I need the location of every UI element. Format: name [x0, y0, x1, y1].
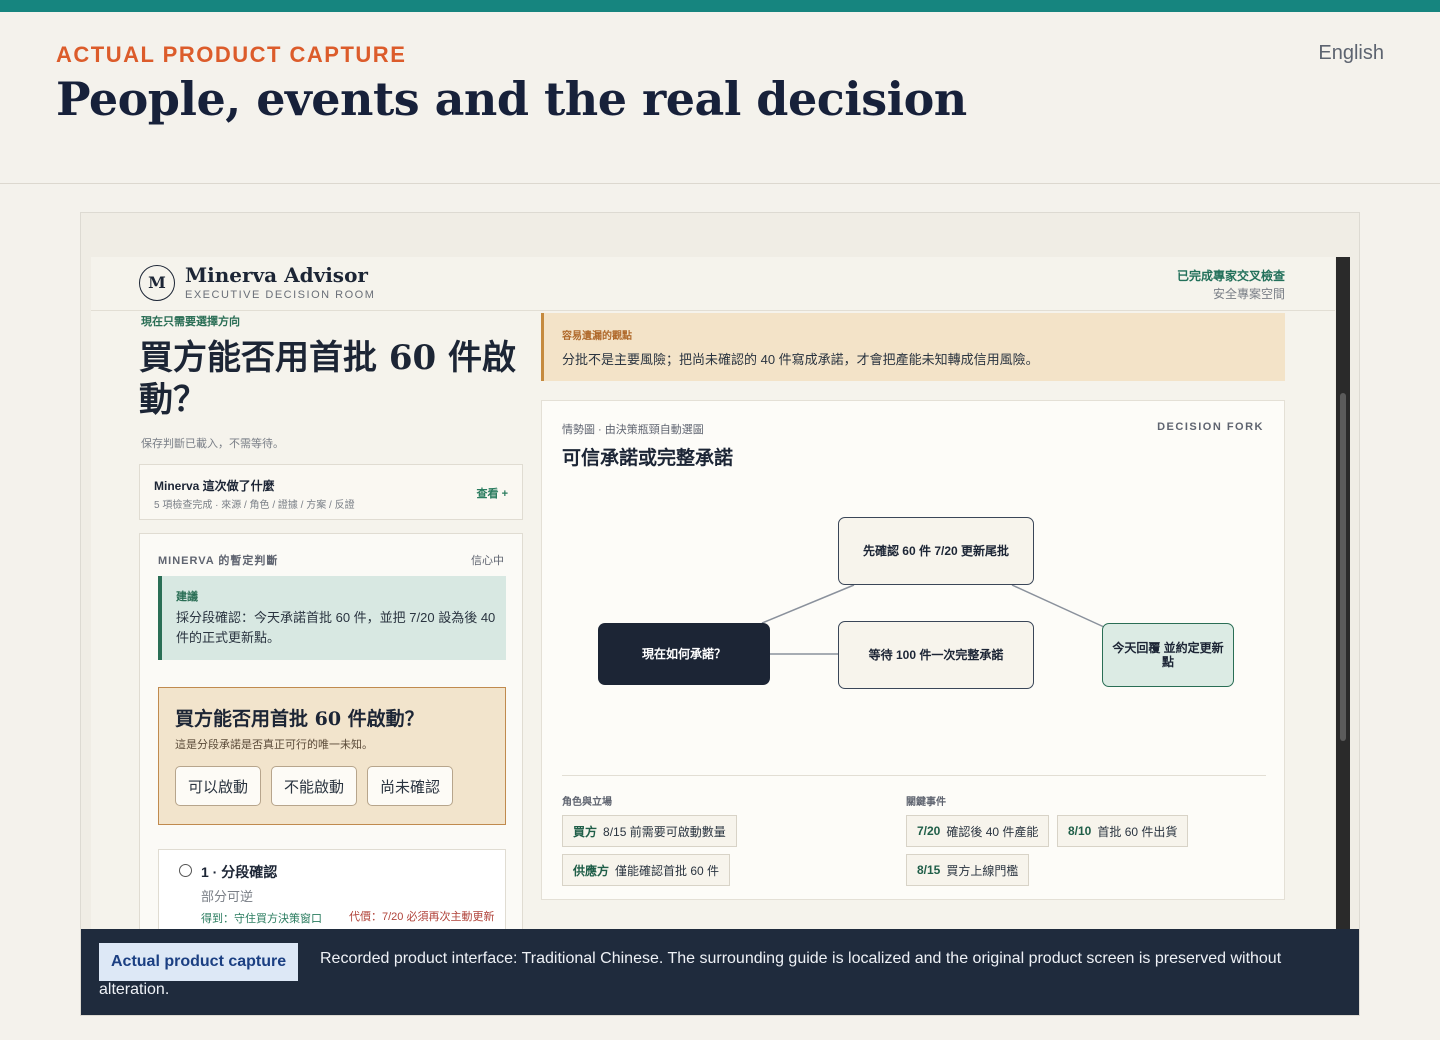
blind-spot-callout: 容易遺漏的觀點 分批不是主要風險；把尚未確認的 40 件寫成承諾，才會把產能未知… — [541, 313, 1285, 381]
product-capture-frame: M Minerva Advisor EXECUTIVE DECISION ROO… — [80, 212, 1360, 1016]
key-unknown-box: 買方能否用首批 60 件啟動？ 這是分段承諾是否真正可行的唯一未知。 可以啟動 … — [158, 687, 506, 825]
fork-node-staged[interactable]: 先確認 60 件 7/20 更新尾批 — [838, 517, 1034, 585]
workspace-label: 安全專案空間 — [1212, 287, 1285, 301]
option-cost: 代價：7/20 必須再次主動更新 — [349, 911, 495, 923]
roles-label: 角色與立場 — [562, 797, 612, 808]
language-switch-link[interactable]: English — [1318, 42, 1384, 65]
situation-map: 情勢圖 · 由決策瓶頸自動選圖 DECISION FORK 可信承諾或完整承諾 … — [541, 400, 1285, 900]
capture-badge: Actual product capture — [99, 943, 299, 981]
view-details-link[interactable]: 查看 + — [477, 485, 508, 501]
recommendation-label: 建議 — [176, 591, 198, 603]
recommendation-text: 採分段確認：今天承諾首批 60 件，並把 7/20 設為後 40 件的正式更新點… — [176, 610, 496, 645]
unknown-description: 這是分段承諾是否真正可行的唯一未知。 — [175, 739, 373, 751]
option-radio[interactable] — [179, 864, 192, 877]
fork-node-reply-today[interactable]: 今天回覆 並約定更新點 — [1102, 623, 1234, 687]
fork-connectors — [761, 584, 1105, 655]
fork-node-wait[interactable]: 等待 100 件一次完整承諾 — [838, 621, 1034, 689]
activity-subtitle: 5 項檢查完成 · 來源 / 角色 / 證據 / 方案 / 反證 — [154, 500, 355, 511]
answer-can-start-button[interactable]: 可以啟動 — [175, 766, 262, 806]
unknown-question: 買方能否用首批 60 件啟動？ — [175, 708, 424, 730]
page-title: People, events and the real decision — [56, 72, 967, 126]
capture-caption: Recorded product interface: Traditional … — [81, 929, 1359, 1015]
role-tag: 供應方 僅能確認首批 60 件 — [562, 854, 731, 886]
saved-note: 保存判斷已載入，不需等待。 — [141, 438, 284, 450]
role-tag: 買方 8/15 前需要可啟動數量 — [562, 815, 737, 847]
option-reversibility: 部分可逆 — [201, 889, 254, 904]
activity-summary[interactable]: Minerva 這次做了什麼 5 項檢查完成 · 來源 / 角色 / 證據 / … — [139, 464, 523, 520]
fork-node-root[interactable]: 現在如何承諾？ — [598, 623, 770, 685]
decision-question: 買方能否用首批 60 件啟動？ — [139, 338, 516, 420]
brand-name: Minerva Advisor — [185, 263, 368, 287]
app-header: M Minerva Advisor EXECUTIVE DECISION ROO… — [91, 257, 1335, 311]
judgement-label: MINERVA 的暫定判斷 — [158, 555, 279, 567]
decision-kicker: 現在只需要選擇方向 — [141, 316, 240, 328]
section-eyebrow: ACTUAL PRODUCT CAPTURE — [56, 42, 407, 67]
provisional-judgement-card: MINERVA 的暫定判斷 信心中 建議 採分段確認：今天承諾首批 60 件，並… — [139, 533, 523, 959]
blind-spot-label: 容易遺漏的觀點 — [562, 331, 632, 342]
app-scrollbar[interactable] — [1336, 257, 1350, 969]
brand-logo: M — [139, 265, 175, 301]
confidence-badge: 信心中 — [471, 555, 504, 567]
event-tag: 8/15 買方上線門檻 — [906, 854, 1030, 886]
blind-spot-text: 分批不是主要風險；把尚未確認的 40 件寫成承諾，才會把產能未知轉成信用風險。 — [562, 352, 1039, 367]
option-title: 1 · 分段確認 — [201, 864, 278, 880]
recommendation-box: 建議 採分段確認：今天承諾首批 60 件，並把 7/20 設為後 40 件的正式… — [158, 576, 506, 660]
event-tag: 7/20 確認後 40 件產能 — [906, 815, 1050, 847]
guide-header: ACTUAL PRODUCT CAPTURE People, events an… — [0, 12, 1440, 184]
brand-subtitle: EXECUTIVE DECISION ROOM — [185, 289, 376, 301]
answer-cannot-start-button[interactable]: 不能啟動 — [271, 766, 358, 806]
event-tag: 8/10 首批 60 件出貨 — [1057, 815, 1189, 847]
scrollbar-thumb[interactable] — [1340, 393, 1346, 741]
accent-top-bar — [0, 0, 1440, 12]
activity-title: Minerva 這次做了什麼 — [154, 479, 275, 493]
events-label: 關鍵事件 — [906, 797, 946, 808]
option-gain: 得到：守住買方決策窗口 — [201, 913, 322, 925]
product-screenshot: M Minerva Advisor EXECUTIVE DECISION ROO… — [91, 257, 1350, 977]
review-status: 已完成專家交叉檢查 — [1176, 269, 1285, 283]
connector-root-a — [761, 584, 855, 624]
section-divider — [562, 775, 1266, 776]
answer-unconfirmed-button[interactable]: 尚未確認 — [367, 766, 454, 806]
